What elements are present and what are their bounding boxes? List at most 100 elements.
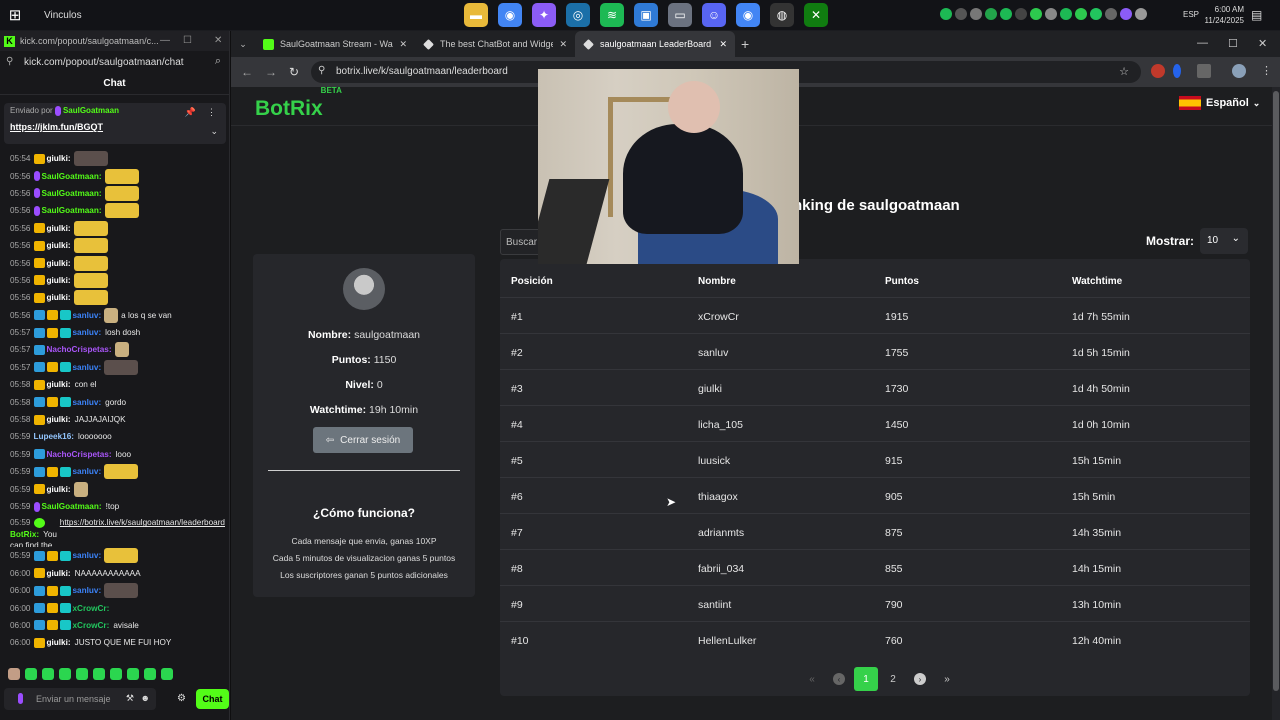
previous-page-icon[interactable]: ‹: [827, 667, 851, 691]
emote-icon[interactable]: [127, 668, 139, 680]
tray-icon[interactable]: [1060, 8, 1072, 20]
chrome-icon[interactable]: ◉: [736, 3, 760, 27]
message-username[interactable]: NachoCrispetas:: [47, 345, 112, 354]
table-row[interactable]: #7 adrianmts 875 14h 35min: [500, 513, 1250, 549]
bot-badge-icon[interactable]: [33, 518, 45, 529]
chat-message-input[interactable]: Enviar un mensaje ⚒ ☻: [4, 688, 156, 710]
microphone-icon[interactable]: [1045, 8, 1057, 20]
verified-badge-icon[interactable]: [33, 620, 45, 631]
tray-icon[interactable]: [1000, 8, 1012, 20]
xbox-icon[interactable]: ✕: [804, 3, 828, 27]
crown-badge-icon[interactable]: [46, 466, 58, 477]
message-username[interactable]: giulki:: [47, 293, 71, 302]
emote-icon[interactable]: [110, 668, 122, 680]
extension-icon[interactable]: [1173, 64, 1181, 78]
message-username[interactable]: giulki:: [47, 380, 71, 389]
sub-gift-badge-icon[interactable]: [59, 362, 71, 373]
message-username[interactable]: SaulGoatmaan:: [42, 502, 102, 511]
chat-message[interactable]: 06:00 giulki: NAAAAAAAAAAA: [10, 565, 225, 582]
chat-message[interactable]: 05:56 giulki:: [10, 254, 225, 271]
crown-badge-icon[interactable]: [33, 414, 45, 425]
chat-message[interactable]: 05:59 giulki:: [10, 480, 225, 497]
botrix-logo[interactable]: BotRix BETA: [255, 86, 342, 121]
message-username[interactable]: giulki:: [47, 241, 71, 250]
message-username[interactable]: giulki:: [47, 485, 71, 494]
message-username[interactable]: SaulGoatmaan:: [42, 189, 102, 198]
verified-badge-icon[interactable]: [33, 327, 45, 338]
crown-badge-icon[interactable]: [33, 240, 45, 251]
emote-icon[interactable]: [144, 668, 156, 680]
emote-icon[interactable]: [8, 668, 20, 680]
chat-message[interactable]: 05:59BotRix:You can find the list of use…: [10, 515, 225, 547]
close-icon[interactable]: ✕: [214, 35, 222, 46]
extension-icon[interactable]: [1151, 64, 1165, 78]
chat-message[interactable]: 05:59 sanluv:: [10, 463, 225, 480]
message-username[interactable]: giulki:: [47, 259, 71, 268]
verified-badge-icon[interactable]: [33, 603, 45, 614]
tray-icon[interactable]: [1090, 8, 1102, 20]
message-username[interactable]: sanluv:: [73, 398, 102, 407]
table-row[interactable]: #5 luusick 915 15h 15min: [500, 441, 1250, 477]
verified-badge-icon[interactable]: [33, 344, 45, 355]
monitor-icon[interactable]: [1105, 8, 1117, 20]
message-username[interactable]: BotRix:: [10, 530, 39, 539]
close-tab-icon[interactable]: ✕: [399, 39, 407, 50]
menu-icon[interactable]: ⋮: [1261, 64, 1272, 77]
table-row[interactable]: #2 sanluv 1755 1d 5h 15min: [500, 333, 1250, 369]
chat-message[interactable]: 05:58 giulki: JAJJAJAIJQK: [10, 411, 225, 428]
first-page-icon[interactable]: «: [800, 667, 824, 691]
message-link[interactable]: https://botrix.live/k/saulgoatmaan/leade…: [60, 517, 225, 529]
chat-message[interactable]: 05:57 sanluv: losh dosh: [10, 324, 225, 341]
chat-url-bar[interactable]: ⚲ kick.com/popout/saulgoatmaan/chat ⌕: [0, 51, 229, 73]
close-tab-icon[interactable]: ✕: [719, 39, 727, 50]
crown-badge-icon[interactable]: [33, 637, 45, 648]
emote-icon[interactable]: [93, 668, 105, 680]
crown-badge-icon[interactable]: [46, 603, 58, 614]
crown-badge-icon[interactable]: [46, 620, 58, 631]
verified-badge-icon[interactable]: [33, 397, 45, 408]
discord-icon[interactable]: ☺: [702, 3, 726, 27]
verified-badge-icon[interactable]: [33, 310, 45, 321]
chat-message[interactable]: 05:56 giulki:: [10, 272, 225, 289]
crown-badge-icon[interactable]: [33, 258, 45, 269]
logout-button[interactable]: ⇦ Cerrar sesión: [313, 427, 413, 453]
broadcaster-badge-icon[interactable]: [33, 501, 40, 512]
page-button-1[interactable]: 1: [854, 667, 878, 691]
verified-badge-icon[interactable]: [33, 449, 45, 460]
chat-message[interactable]: 05:59 sanluv:: [10, 547, 225, 564]
emote-icon[interactable]: [161, 668, 173, 680]
table-row[interactable]: #4 licha_105 1450 1d 0h 10min: [500, 405, 1250, 441]
crown-badge-icon[interactable]: [46, 310, 58, 321]
chat-message[interactable]: 05:54 giulki:: [10, 150, 225, 167]
column-header-position[interactable]: Posición: [511, 276, 553, 287]
tray-icon[interactable]: [970, 8, 982, 20]
commands-icon[interactable]: ⚒: [126, 693, 134, 704]
sub-gift-badge-icon[interactable]: [59, 620, 71, 631]
more-options-icon[interactable]: ⋮: [207, 107, 216, 118]
tray-icon[interactable]: [1015, 8, 1027, 20]
chat-message[interactable]: 06:00 sanluv:: [10, 582, 225, 599]
scrollbar-thumb[interactable]: [1273, 91, 1279, 691]
broadcaster-badge-icon[interactable]: [33, 205, 40, 216]
tab-botrix-home[interactable]: The best ChatBot and Widgets ✕: [415, 31, 575, 57]
chevron-down-icon[interactable]: ⌄: [210, 126, 218, 137]
site-settings-icon[interactable]: ⚲: [6, 56, 13, 67]
message-username[interactable]: sanluv:: [73, 551, 102, 560]
message-username[interactable]: giulki:: [47, 154, 71, 163]
chat-message[interactable]: 06:00 xCrowCr:: [10, 599, 225, 616]
copilot-icon[interactable]: ✦: [532, 3, 556, 27]
maximize-icon[interactable]: ☐: [183, 35, 192, 46]
message-username[interactable]: xCrowCr:: [73, 621, 110, 630]
minimize-icon[interactable]: —: [1197, 37, 1208, 49]
new-tab-icon[interactable]: +: [741, 31, 749, 57]
sub-gift-badge-icon[interactable]: [59, 327, 71, 338]
message-username[interactable]: xCrowCr:: [73, 604, 110, 613]
emote-icon[interactable]: [42, 668, 54, 680]
tab-kick-stream[interactable]: SaulGoatmaan Stream - Wa ✕: [255, 31, 415, 57]
chat-message[interactable]: 05:58 giulki: con el: [10, 376, 225, 393]
sub-gift-badge-icon[interactable]: [59, 603, 71, 614]
site-info-icon[interactable]: ⚲: [318, 65, 325, 76]
table-row[interactable]: #6 thiaagox 905 15h 5min: [500, 477, 1250, 513]
crown-badge-icon[interactable]: [46, 362, 58, 373]
folder-icon[interactable]: ▬: [464, 3, 488, 27]
